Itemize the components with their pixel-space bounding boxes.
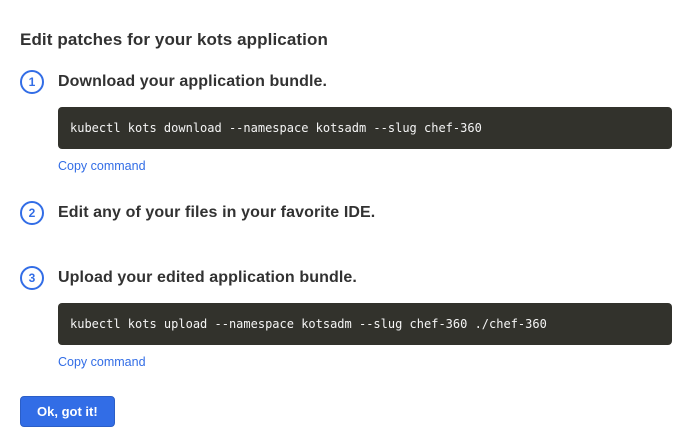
step-3-number-badge: 3 [20,266,44,290]
download-copy-command-link[interactable]: Copy command [58,159,146,173]
step-upload: 3 Upload your edited application bundle.… [20,266,672,370]
step-2-number-badge: 2 [20,201,44,225]
step-3-heading: Upload your edited application bundle. [58,269,357,287]
page-title: Edit patches for your kots application [20,30,672,50]
step-1-number-badge: 1 [20,70,44,94]
step-download: 1 Download your application bundle. kube… [20,70,672,174]
step-download-header: 1 Download your application bundle. [20,70,672,94]
step-download-body: kubectl kots download --namespace kotsad… [58,107,672,174]
upload-command-snippet: kubectl kots upload --namespace kotsadm … [58,303,672,345]
step-edit: 2 Edit any of your files in your favorit… [20,201,672,225]
download-command-snippet: kubectl kots download --namespace kotsad… [58,107,672,149]
step-2-heading: Edit any of your files in your favorite … [58,204,375,222]
download-copy-row: Copy command [58,158,672,174]
ok-got-it-button[interactable]: Ok, got it! [20,396,115,427]
edit-patches-panel: Edit patches for your kots application 1… [0,0,690,443]
upload-copy-row: Copy command [58,354,672,370]
step-1-heading: Download your application bundle. [58,73,327,91]
upload-copy-command-link[interactable]: Copy command [58,355,146,369]
step-edit-header: 2 Edit any of your files in your favorit… [20,201,672,225]
step-upload-header: 3 Upload your edited application bundle. [20,266,672,290]
step-upload-body: kubectl kots upload --namespace kotsadm … [58,303,672,370]
